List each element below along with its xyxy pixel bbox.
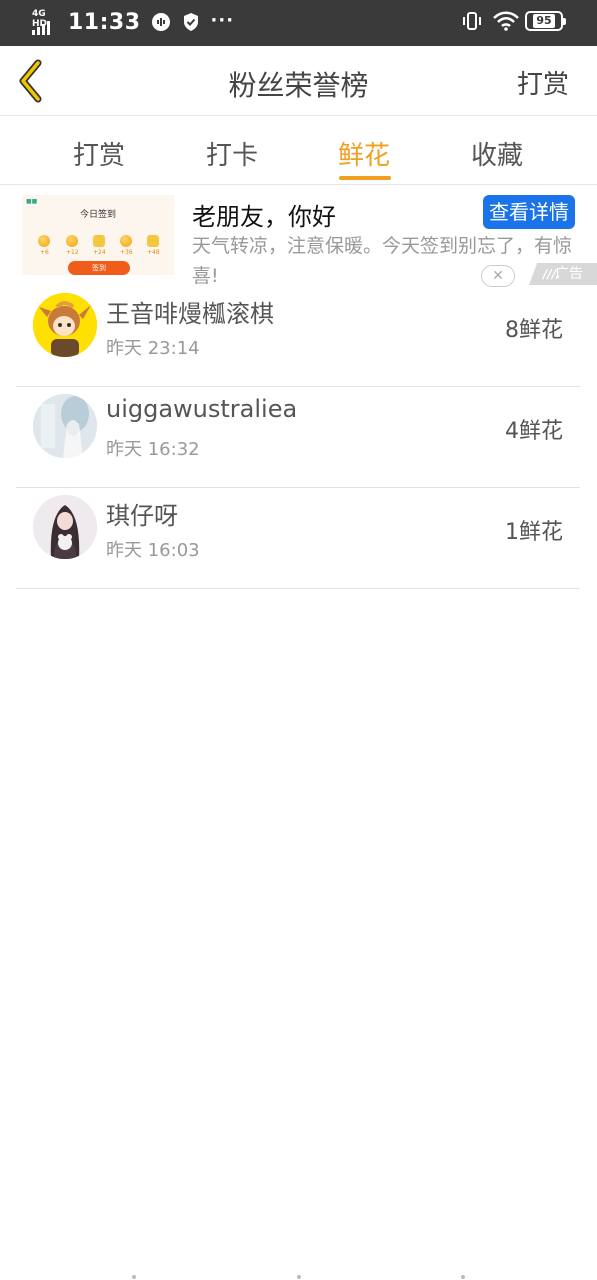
vibrate-icon [461, 11, 481, 31]
ad-description: 天气转凉，注意保暖。今天签到别忘了，有惊喜! [192, 235, 573, 287]
ad-thumbnail: ■■ 今日签到 +6 +12 +24 +36 +48 签到 [22, 195, 174, 275]
audio-app-icon [151, 12, 171, 32]
active-tab-indicator [339, 176, 391, 180]
gold-ingot-icon [93, 235, 105, 247]
list-item[interactable]: uiggawustraliea 昨天 16:32 4鲜花 [16, 387, 580, 488]
cellular-signal-icon: 4G HD [32, 9, 58, 35]
ad-thumb-title: 今日签到 [79, 210, 116, 220]
page-title: 粉丝荣誉榜 [228, 69, 369, 102]
tab-favorites[interactable]: 收藏 [452, 135, 542, 172]
shield-check-icon [181, 12, 201, 32]
ad-app-logo: ■■ [26, 198, 38, 205]
nav-indicator-dot [132, 1275, 136, 1279]
avatar[interactable] [33, 495, 97, 559]
coin-icon [66, 235, 78, 247]
fan-name: uiggawustraliea [106, 395, 298, 423]
reward-label: +24 [93, 249, 106, 256]
flower-count: 1鲜花 [505, 520, 563, 545]
reward-button[interactable]: 打赏 [517, 64, 569, 101]
ad-badge: ///. 广告 [529, 263, 597, 285]
reward-label: +36 [120, 249, 133, 256]
nav-indicator-dot [461, 1275, 465, 1279]
reward-label: +6 [40, 249, 49, 256]
tab-reward[interactable]: 打赏 [54, 135, 144, 172]
app-header: 粉丝荣誉榜 打赏 [0, 46, 597, 116]
battery-level: 95 [533, 14, 555, 28]
more-notifications-icon: ··· [210, 9, 235, 31]
coin-icon [38, 235, 50, 247]
tab-checkin[interactable]: 打卡 [187, 135, 277, 172]
coin-icon [120, 235, 132, 247]
fan-time: 昨天 16:03 [106, 540, 200, 561]
list-item[interactable]: 琪仔呀 昨天 16:03 1鲜花 [16, 488, 580, 589]
ad-thumb-sign-button: 签到 [68, 261, 130, 275]
clock: 11:33 [68, 9, 141, 35]
avatar[interactable] [33, 394, 97, 458]
flower-count: 4鲜花 [505, 419, 563, 444]
tab-flowers[interactable]: 鲜花 [319, 135, 409, 172]
battery-icon: 95 [525, 11, 566, 31]
ad-banner[interactable]: ■■ 今日签到 +6 +12 +24 +36 +48 签到 老朋友，你好 天气转… [0, 187, 597, 287]
flower-count: 8鲜花 [505, 318, 563, 343]
ad-network-icon: ///. [543, 267, 561, 281]
fan-name: 王音啡熳槬滚棋 [106, 300, 274, 328]
fan-time: 昨天 23:14 [106, 338, 200, 359]
avatar[interactable] [33, 293, 97, 357]
wifi-icon [493, 11, 519, 31]
nav-indicator-dot [297, 1275, 301, 1279]
fan-time: 昨天 16:32 [106, 439, 200, 460]
reward-label: +12 [66, 249, 79, 256]
reward-label: +48 [147, 249, 160, 256]
tab-bar: 打赏 打卡 鲜花 收藏 [0, 117, 597, 185]
close-icon[interactable]: ✕ [481, 265, 515, 287]
list-item[interactable]: 王音啡熳槬滚棋 昨天 23:14 8鲜花 [16, 286, 580, 387]
fan-list: 王音啡熳槬滚棋 昨天 23:14 8鲜花 uiggawustraliea 昨天 … [16, 286, 580, 589]
gold-ingot-icon [147, 235, 159, 247]
ad-view-details-button[interactable]: 查看详情 [483, 195, 575, 229]
status-bar: 4G HD 11:33 ··· 95 [0, 0, 597, 46]
ad-title: 老朋友，你好 [192, 203, 336, 231]
fan-name: 琪仔呀 [106, 502, 178, 530]
